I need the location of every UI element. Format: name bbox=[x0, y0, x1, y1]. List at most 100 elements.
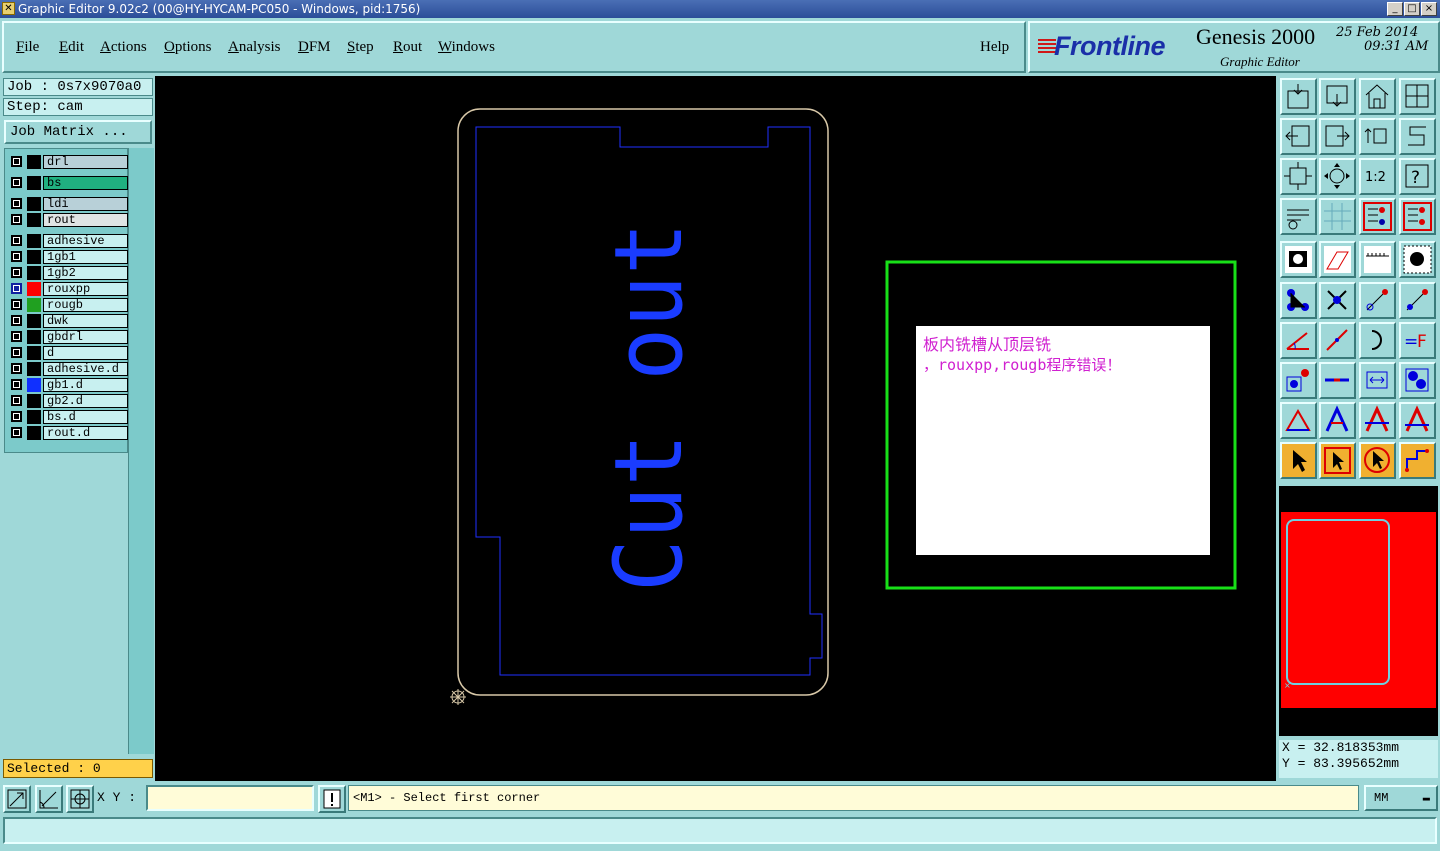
layer-row-rout[interactable]: rout bbox=[9, 213, 128, 227]
grid-snap-button[interactable] bbox=[66, 785, 94, 813]
layer-name[interactable]: gb1.d bbox=[43, 378, 128, 392]
menu-dfm[interactable]: DFM bbox=[298, 39, 331, 56]
job-matrix-button[interactable]: Job Matrix ... bbox=[4, 120, 152, 144]
layer-checkbox[interactable] bbox=[11, 283, 22, 294]
layer-row-rout-d[interactable]: rout.d bbox=[9, 426, 128, 440]
layer-checkbox[interactable] bbox=[11, 156, 22, 167]
layer-row-adhesive[interactable]: adhesive bbox=[9, 234, 128, 248]
layer-name[interactable]: ldi bbox=[43, 197, 128, 211]
layer-checkbox[interactable] bbox=[11, 235, 22, 246]
layer-checkbox[interactable] bbox=[11, 395, 22, 406]
line-point-button[interactable] bbox=[1359, 282, 1396, 319]
layers-toggle-button[interactable] bbox=[1359, 198, 1396, 235]
layer-color-swatch[interactable] bbox=[27, 213, 41, 227]
select-arrow-button[interactable] bbox=[1280, 442, 1317, 479]
close-button[interactable]: × bbox=[1421, 2, 1437, 16]
warning-button[interactable] bbox=[318, 785, 346, 813]
triangle-a-button[interactable] bbox=[1319, 402, 1356, 439]
line-button[interactable] bbox=[1319, 322, 1356, 359]
fit-view-button[interactable] bbox=[1280, 158, 1317, 195]
move-point-button[interactable] bbox=[1399, 282, 1436, 319]
layer-row-d[interactable]: d bbox=[9, 346, 128, 360]
layer-color-swatch[interactable] bbox=[27, 330, 41, 344]
layer-name[interactable]: drl bbox=[43, 155, 128, 169]
layer-row-gb1-d[interactable]: gb1.d bbox=[9, 378, 128, 392]
xy-input[interactable] bbox=[146, 785, 314, 811]
home-button[interactable] bbox=[1359, 78, 1396, 115]
menu-step[interactable]: Step bbox=[347, 39, 374, 56]
pad-group-button[interactable] bbox=[1399, 362, 1436, 399]
maximize-button[interactable]: □ bbox=[1404, 2, 1420, 16]
mirror-button[interactable] bbox=[1399, 118, 1436, 155]
layer-color-swatch[interactable] bbox=[27, 266, 41, 280]
layer-checkbox[interactable] bbox=[11, 177, 22, 188]
menu-edit[interactable]: Edit bbox=[59, 39, 84, 56]
arc-button[interactable] bbox=[1359, 322, 1396, 359]
settings-button[interactable] bbox=[1280, 198, 1317, 235]
layer-checkbox[interactable] bbox=[11, 315, 22, 326]
layer-name[interactable]: 1gb2 bbox=[43, 266, 128, 280]
connect-button[interactable] bbox=[1280, 282, 1317, 319]
select-arrow-2-button[interactable] bbox=[1359, 442, 1396, 479]
menu-file[interactable]: File bbox=[16, 39, 39, 56]
pan-left-button[interactable] bbox=[1280, 118, 1317, 155]
edit-shape-button[interactable] bbox=[1319, 241, 1356, 278]
units-select[interactable]: MM ▬ bbox=[1364, 785, 1438, 811]
layer-list-scrollbar[interactable] bbox=[128, 148, 154, 754]
menu-windows[interactable]: Windows bbox=[438, 39, 495, 56]
layer-row-gb2-d[interactable]: gb2.d bbox=[9, 394, 128, 408]
layer-checkbox[interactable] bbox=[11, 198, 22, 209]
layer-name[interactable]: 1gb1 bbox=[43, 250, 128, 264]
layer-name[interactable]: rout.d bbox=[43, 426, 128, 440]
layer-row-bs-d[interactable]: bs.d bbox=[9, 410, 128, 424]
snap-point-button[interactable] bbox=[1319, 282, 1356, 319]
layer-color-swatch[interactable] bbox=[27, 410, 41, 424]
menu-analysis[interactable]: Analysis bbox=[228, 39, 281, 56]
measure-button[interactable] bbox=[35, 785, 63, 813]
layer-checkbox[interactable] bbox=[11, 214, 22, 225]
zoom-box-button[interactable] bbox=[3, 785, 31, 813]
line-cut-button[interactable] bbox=[1319, 362, 1356, 399]
pan-right-button[interactable] bbox=[1319, 118, 1356, 155]
select-box-button[interactable] bbox=[1319, 442, 1356, 479]
overview-map[interactable]: × bbox=[1279, 486, 1438, 736]
layer-name[interactable]: adhesive.d bbox=[43, 362, 128, 376]
zoom-out-button[interactable] bbox=[1319, 78, 1356, 115]
layer-row-1gb1[interactable]: 1gb1 bbox=[9, 250, 128, 264]
layer-checkbox[interactable] bbox=[11, 347, 22, 358]
dimension-button[interactable] bbox=[1359, 362, 1396, 399]
pad-button[interactable] bbox=[1399, 241, 1436, 278]
layer-checkbox[interactable] bbox=[11, 299, 22, 310]
layer-row-bs[interactable]: bs bbox=[9, 176, 128, 190]
layer-row-gbdrl[interactable]: gbdrl bbox=[9, 330, 128, 344]
layer-color-swatch[interactable] bbox=[27, 346, 41, 360]
layer-name[interactable]: adhesive bbox=[43, 234, 128, 248]
layer-name[interactable]: d bbox=[43, 346, 128, 360]
layer-color-swatch[interactable] bbox=[27, 176, 41, 190]
feature-button[interactable] bbox=[1280, 241, 1317, 278]
help-button[interactable]: ? bbox=[1399, 158, 1436, 195]
window-split-button[interactable] bbox=[1399, 78, 1436, 115]
menu-help[interactable]: Help bbox=[980, 39, 1009, 56]
layer-row-ldi[interactable]: ldi bbox=[9, 197, 128, 211]
layer-name[interactable]: gbdrl bbox=[43, 330, 128, 344]
scale-button[interactable]: 1:2 bbox=[1359, 158, 1396, 195]
layers-toggle-2-button[interactable] bbox=[1399, 198, 1436, 235]
triangle-outline-button[interactable] bbox=[1359, 402, 1396, 439]
layer-color-swatch[interactable] bbox=[27, 155, 41, 169]
layer-name[interactable]: rout bbox=[43, 213, 128, 227]
layer-checkbox[interactable] bbox=[11, 267, 22, 278]
menu-options[interactable]: Options bbox=[164, 39, 212, 56]
layer-name[interactable]: bs bbox=[43, 176, 128, 190]
layer-color-swatch[interactable] bbox=[27, 282, 41, 296]
layer-row-drl[interactable]: drl bbox=[9, 155, 128, 169]
route-button[interactable] bbox=[1399, 442, 1436, 479]
ruler-button[interactable] bbox=[1359, 241, 1396, 278]
layer-checkbox[interactable] bbox=[11, 379, 22, 390]
layer-color-swatch[interactable] bbox=[27, 298, 41, 312]
layer-row-1gb2[interactable]: 1gb2 bbox=[9, 266, 128, 280]
layer-row-adhesive-d[interactable]: adhesive.d bbox=[9, 362, 128, 376]
layer-checkbox[interactable] bbox=[11, 363, 22, 374]
layer-row-dwk[interactable]: dwk bbox=[9, 314, 128, 328]
layer-checkbox[interactable] bbox=[11, 427, 22, 438]
